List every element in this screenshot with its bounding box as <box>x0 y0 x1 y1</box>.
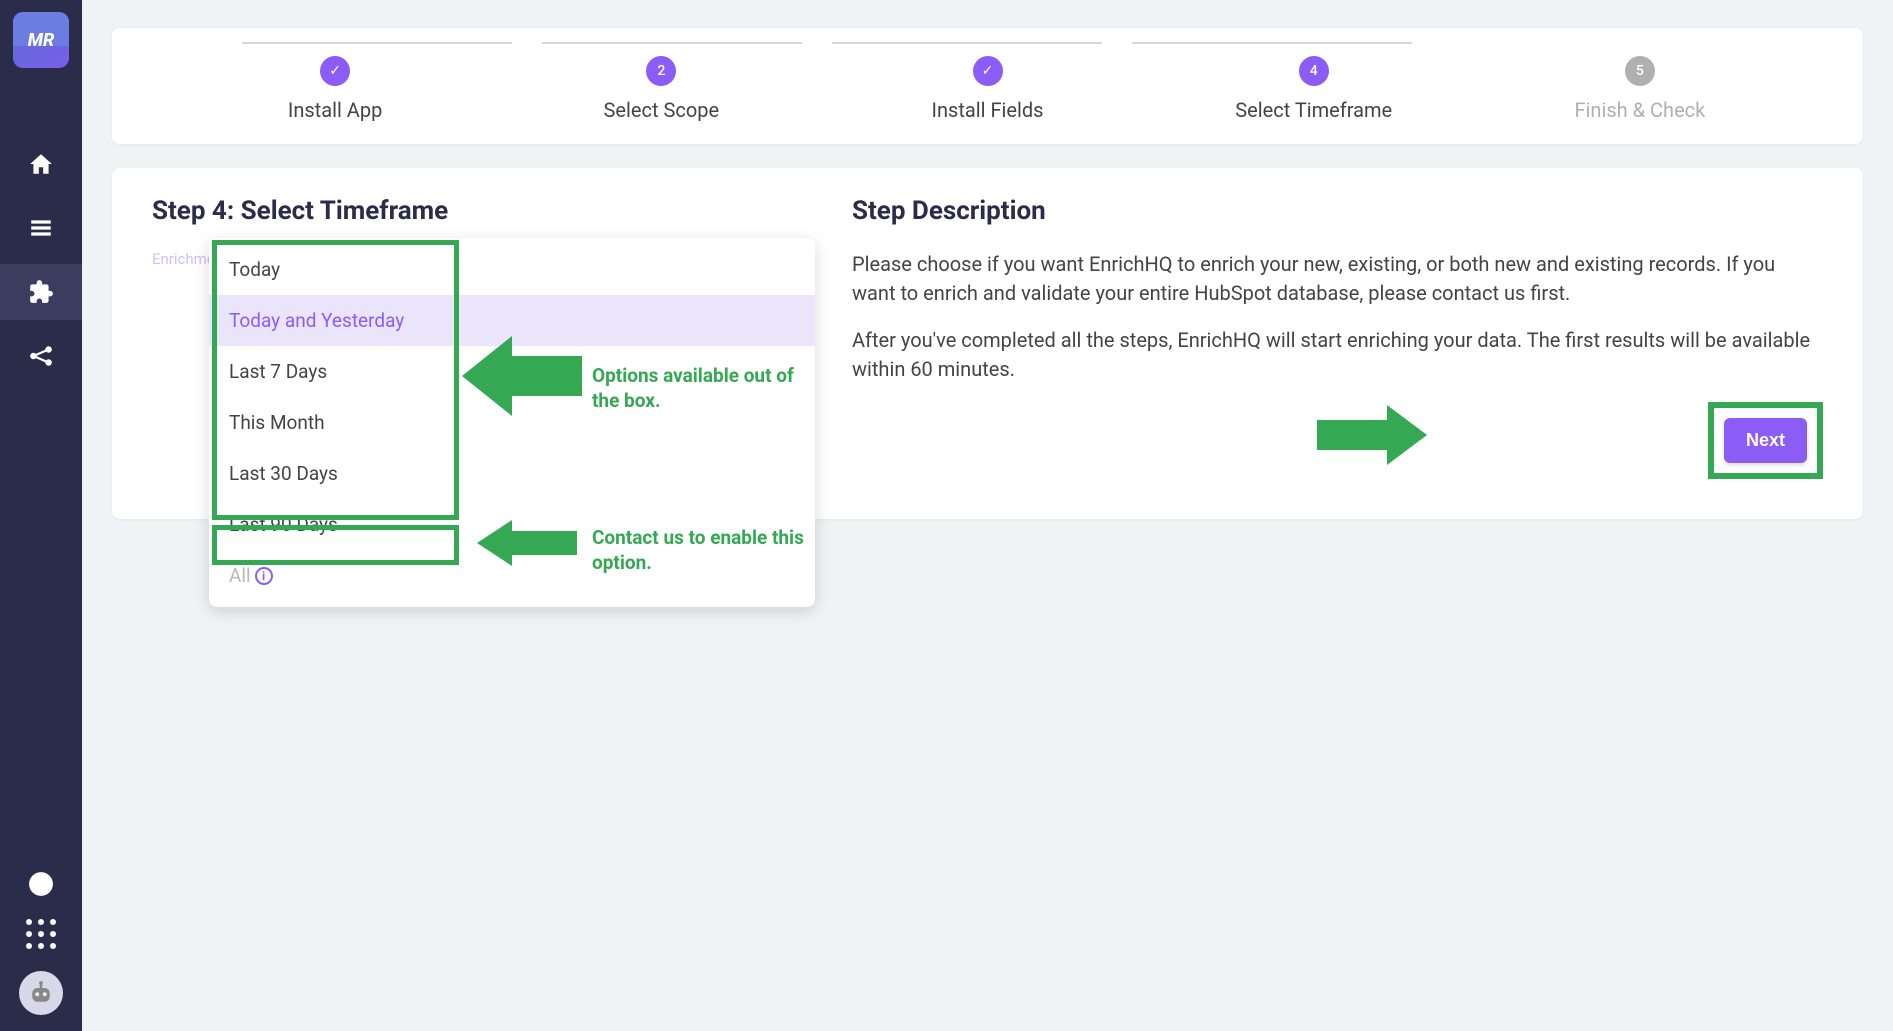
user-avatar[interactable] <box>19 971 63 1015</box>
step-dot: ✓ <box>320 56 350 86</box>
annotation-highlight-next: Next <box>1708 402 1823 479</box>
step-select-timeframe[interactable]: 4 Select Timeframe <box>1151 56 1477 122</box>
nav-flow[interactable] <box>0 328 82 384</box>
nodes-icon <box>28 343 54 369</box>
step-label: Finish & Check <box>1575 98 1706 122</box>
step-label: Select Timeframe <box>1235 98 1392 122</box>
stepper: ✓ Install App 2 Select Scope ✓ Install F… <box>112 28 1863 144</box>
robot-icon <box>26 978 56 1008</box>
step-title: Step 4: Select Timeframe <box>152 196 772 226</box>
step-dot: 4 <box>1299 56 1329 86</box>
step-dot: 2 <box>646 56 676 86</box>
nav-help[interactable] <box>0 871 82 897</box>
timeframe-option-today-yesterday[interactable]: Today and Yesterday <box>209 295 815 346</box>
step-label: Select Scope <box>604 98 720 122</box>
desc-title: Step Description <box>852 196 1823 226</box>
nav-integrations[interactable] <box>0 264 82 320</box>
grid-icon <box>26 919 56 949</box>
logo-text: MR <box>28 30 55 51</box>
help-icon <box>28 871 54 897</box>
step-label: Install App <box>288 98 382 122</box>
step-select-scope[interactable]: 2 Select Scope <box>498 56 824 122</box>
menu-icon <box>28 215 54 241</box>
step-dot: ✓ <box>973 56 1003 86</box>
next-button[interactable]: Next <box>1724 418 1807 463</box>
option-label: All <box>229 564 251 587</box>
step-label: Install Fields <box>932 98 1044 122</box>
main-content: ✓ Install App 2 Select Scope ✓ Install F… <box>82 0 1893 1031</box>
step-install-fields[interactable]: ✓ Install Fields <box>824 56 1150 122</box>
desc-paragraph-2: After you've completed all the steps, En… <box>852 326 1823 384</box>
nav-home[interactable] <box>0 136 82 192</box>
step-dot: 5 <box>1625 56 1655 86</box>
timeframe-option-today[interactable]: Today <box>209 244 815 295</box>
puzzle-icon <box>28 279 54 305</box>
step-install-app[interactable]: ✓ Install App <box>172 56 498 122</box>
step-finish-check[interactable]: 5 Finish & Check <box>1477 56 1803 122</box>
timeframe-option-all: All i <box>209 550 815 601</box>
nav-menu[interactable] <box>0 200 82 256</box>
timeframe-option-this-month[interactable]: This Month <box>209 397 815 448</box>
timeframe-option-last-90[interactable]: Last 90 Days <box>209 499 815 550</box>
timeframe-option-last-30[interactable]: Last 30 Days <box>209 448 815 499</box>
home-icon <box>28 151 54 177</box>
nav-apps[interactable] <box>0 919 82 949</box>
sidebar: MR <box>0 0 82 1031</box>
app-logo[interactable]: MR <box>13 12 69 68</box>
timeframe-option-last-7[interactable]: Last 7 Days <box>209 346 815 397</box>
info-icon: i <box>255 567 273 585</box>
timeframe-dropdown[interactable]: Today Today and Yesterday Last 7 Days Th… <box>209 238 815 607</box>
desc-paragraph-1: Please choose if you want EnrichHQ to en… <box>852 250 1823 308</box>
